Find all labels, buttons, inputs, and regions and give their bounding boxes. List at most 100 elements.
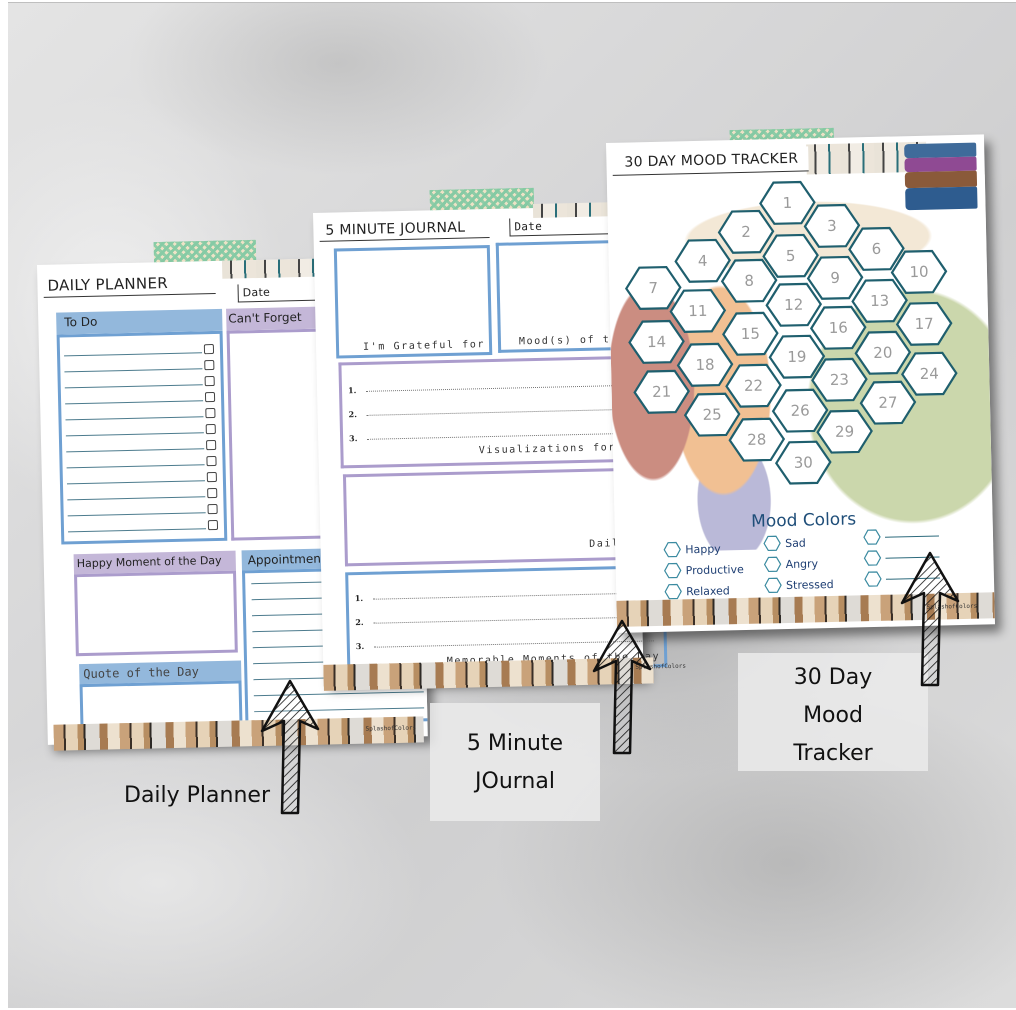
arrow-up-icon	[592, 619, 652, 755]
todo-checkbox[interactable]	[206, 471, 217, 483]
day-number: 11	[688, 302, 707, 320]
journal-caption-line2: JOurnal	[475, 769, 555, 794]
day-number: 27	[878, 393, 897, 411]
mood-legend-item[interactable]: Stressed	[764, 576, 834, 594]
day-number: 30	[794, 453, 813, 471]
todo-checkbox[interactable]	[204, 360, 215, 371]
day-number: 17	[914, 315, 933, 333]
grateful-label: I'm Grateful for	[362, 339, 486, 353]
day-number: 29	[835, 422, 854, 440]
mood-legend-item[interactable]	[863, 528, 940, 546]
day-number: 26	[790, 401, 809, 419]
day-number: 8	[744, 272, 754, 290]
list-number: 2.	[355, 616, 364, 628]
mood-legend-item[interactable]: Angry	[763, 555, 819, 573]
todo-checkbox[interactable]	[206, 455, 217, 467]
watermark: SplashofColors	[365, 724, 417, 733]
todo-line	[64, 384, 203, 389]
todo-line	[68, 528, 207, 533]
mood-legend-item[interactable]: Happy	[663, 541, 721, 558]
todo-line	[65, 416, 204, 421]
day-number: 28	[747, 430, 766, 448]
happy-moment-label: Happy Moment of the Day	[76, 553, 222, 571]
mood-legend-item[interactable]: Relaxed	[664, 582, 730, 600]
writing-line[interactable]	[366, 384, 646, 392]
writing-line[interactable]	[366, 408, 647, 416]
visualizations-box[interactable]: Visualizations for the 1. 2. 3.	[338, 355, 648, 469]
day-number: 15	[741, 325, 760, 343]
mood-label: Stressed	[785, 577, 834, 592]
hexagon-icon	[764, 577, 782, 594]
day-number: 4	[698, 252, 708, 270]
todo-label: To Do	[64, 314, 98, 330]
todo-line	[67, 496, 206, 501]
blank-mood-line[interactable]	[884, 535, 940, 538]
todo-line	[66, 480, 205, 485]
todo-line	[66, 464, 205, 469]
mood-tracker-title: 30 DAY MOOD TRACKER	[612, 146, 809, 176]
todo-line	[64, 352, 203, 357]
todo-checkbox[interactable]	[207, 487, 218, 499]
todo-checkbox[interactable]	[203, 344, 215, 355]
todo-line	[67, 512, 206, 517]
day-number: 25	[702, 405, 721, 423]
day-number: 9	[830, 269, 840, 287]
mood-label: Sad	[784, 536, 806, 550]
day-number: 10	[909, 263, 928, 281]
mood-label: Productive	[685, 562, 744, 577]
mood-hex-grid: 12 34 5 67 8 9 1011 12 1314 15 16 1718 19 2021 22 23 242…	[624, 180, 958, 485]
day-number: 18	[695, 356, 714, 374]
mood-caption-line2: Mood	[803, 703, 863, 728]
day-number: 20	[873, 344, 892, 362]
grateful-box[interactable]: I'm Grateful for	[333, 244, 493, 359]
mood-label: Relaxed	[686, 583, 730, 598]
arrow-up-icon	[260, 679, 320, 815]
day-number: 14	[647, 333, 666, 351]
hexagon-icon	[664, 583, 682, 600]
writing-line[interactable]	[372, 592, 653, 600]
todo-checkbox[interactable]	[204, 391, 216, 403]
day-number: 13	[870, 292, 889, 310]
cant-forget-label: Can't Forget	[228, 310, 302, 326]
todo-checkbox[interactable]	[206, 439, 217, 451]
journal-caption-line1: 5 Minute	[466, 731, 564, 756]
list-number: 2.	[348, 409, 358, 420]
hexagon-icon	[663, 541, 681, 558]
daily-planner-title: DAILY PLANNER	[43, 270, 216, 298]
list-number: 1.	[354, 592, 364, 604]
day-number: 5	[786, 247, 796, 265]
day-number: 6	[871, 240, 881, 258]
todo-list[interactable]	[56, 330, 228, 545]
list-number: 3.	[349, 433, 358, 444]
day-number: 23	[830, 371, 849, 389]
day-number: 2	[741, 223, 751, 241]
day-number: 16	[829, 319, 848, 337]
mood-label: Happy	[685, 542, 721, 556]
arrow-up-icon	[900, 551, 960, 687]
hexagon-icon	[863, 550, 882, 566]
happy-moment-box[interactable]	[74, 570, 238, 657]
day-number: 21	[652, 383, 671, 401]
hexagon-icon	[864, 571, 882, 587]
todo-checkbox[interactable]	[207, 503, 218, 515]
daily-box[interactable]: Daily C	[342, 467, 643, 567]
hexagon-icon	[664, 562, 682, 579]
mood-legend-item[interactable]: Productive	[664, 561, 744, 579]
day-number: 19	[787, 348, 806, 366]
day-number: 24	[920, 365, 939, 383]
todo-checkbox[interactable]	[205, 407, 216, 419]
mood-caption-line3: Tracker	[793, 741, 873, 766]
list-number: 1.	[347, 385, 357, 396]
writing-line[interactable]	[367, 432, 648, 440]
mood-legend-item[interactable]: Sad	[763, 535, 806, 552]
five-minute-journal-page: 5 MINUTE JOURNAL Date I'm Grateful for M…	[313, 201, 686, 691]
todo-checkbox[interactable]	[207, 519, 219, 531]
todo-checkbox[interactable]	[204, 376, 215, 387]
hexagon-icon	[763, 556, 782, 573]
day-number: 22	[744, 377, 763, 395]
todo-line	[64, 368, 203, 373]
todo-line	[65, 400, 204, 405]
todo-checkbox[interactable]	[205, 423, 216, 435]
watercolor-background: DAILY PLANNER Date To Do Can't Forget Ha…	[8, 2, 1016, 1008]
mood-label: Angry	[785, 556, 819, 571]
